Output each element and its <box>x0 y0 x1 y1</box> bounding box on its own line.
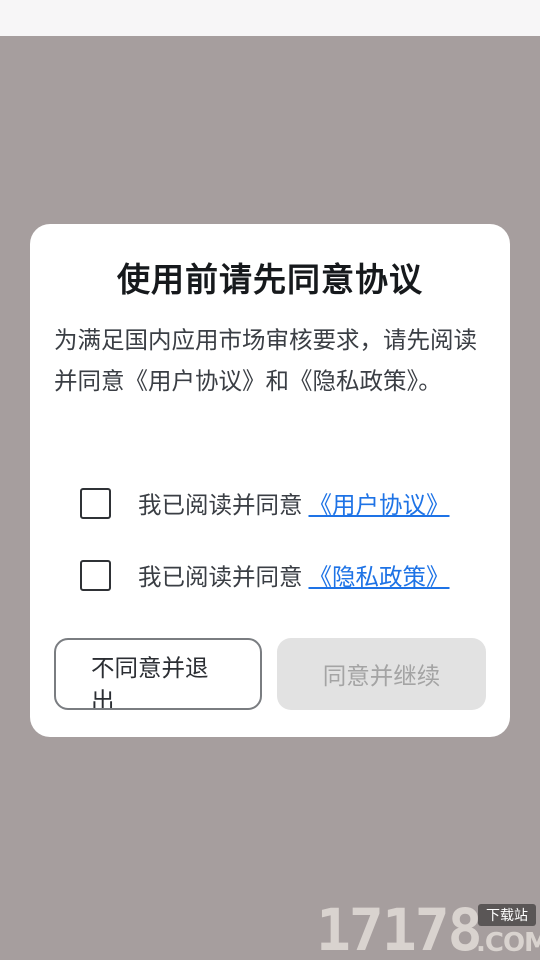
privacy-policy-link[interactable]: 《隐私政策》 <box>309 558 450 592</box>
site-watermark: 17178 下载站 .COM <box>316 900 540 960</box>
watermark-number: 17178 <box>316 896 483 960</box>
privacy-policy-checkbox[interactable] <box>80 559 111 591</box>
user-agreement-row: 我已阅读并同意 《用户协议》 <box>80 483 490 523</box>
agree-continue-button[interactable]: 同意并继续 <box>277 638 486 710</box>
disagree-exit-label: 不同意并退出 <box>91 654 209 710</box>
status-bar <box>0 0 540 36</box>
dialog-title: 使用前请先同意协议 <box>117 260 423 299</box>
disagree-exit-button[interactable]: 不同意并退出 <box>54 638 262 710</box>
watermark-badge: 下载站 <box>478 904 536 926</box>
agreement-label: 我已阅读并同意 <box>138 563 303 591</box>
privacy-policy-row: 我已阅读并同意 《隐私政策》 <box>80 555 490 595</box>
user-agreement-link[interactable]: 《用户协议》 <box>309 486 450 520</box>
user-agreement-checkbox[interactable] <box>80 487 111 519</box>
watermark-domain: .COM <box>476 928 540 958</box>
dialog-description: 为满足国内应用市场审核要求，请先阅读并同意《用户协议》和《隐私政策》。 <box>54 326 477 395</box>
agreement-label: 我已阅读并同意 <box>138 491 303 519</box>
